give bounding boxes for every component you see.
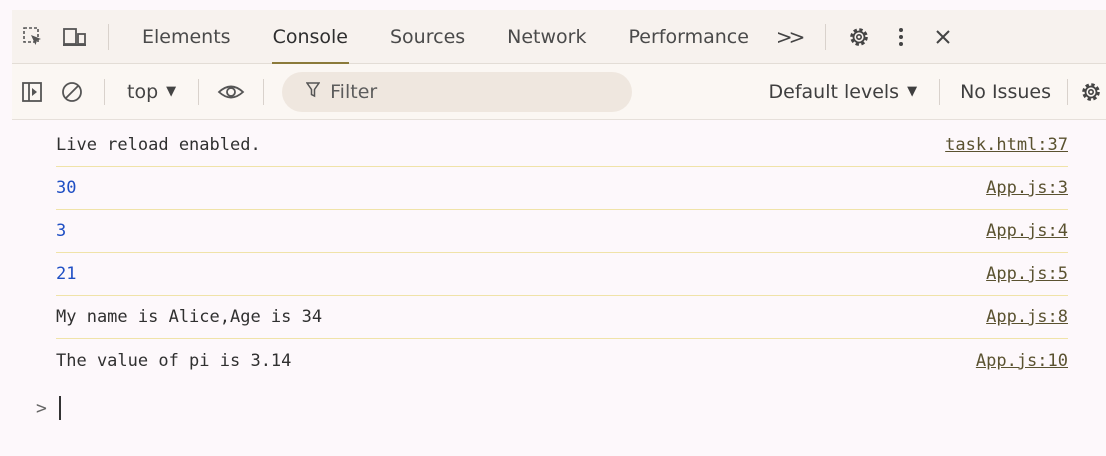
console-output: Live reload enabled. task.html:37 30 App… — [12, 120, 1106, 456]
tab-console[interactable]: Console — [252, 10, 369, 65]
console-toolbar: top ▼ Filter Default levels ▼ No Issues — [12, 64, 1106, 120]
message-text: The value of pi is 3.14 — [56, 350, 292, 371]
issues-button[interactable]: No Issues — [952, 81, 1059, 103]
message-text: Live reload enabled. — [56, 135, 261, 155]
tab-performance[interactable]: Performance — [608, 10, 770, 64]
filter-placeholder: Filter — [330, 80, 378, 103]
levels-label: Default levels — [768, 80, 900, 103]
source-link[interactable]: App.js:5 — [986, 264, 1068, 284]
source-link[interactable]: App.js:4 — [986, 221, 1068, 241]
source-link[interactable]: App.js:8 — [986, 307, 1068, 327]
console-message: The value of pi is 3.14 App.js:10 — [56, 339, 1068, 382]
chevron-down-icon: ▼ — [166, 84, 177, 99]
console-settings-icon[interactable] — [1076, 64, 1106, 120]
chevron-down-icon: ▼ — [907, 84, 918, 99]
message-text: 21 — [56, 264, 77, 284]
close-icon[interactable] — [922, 10, 964, 64]
toolbar-separator — [1067, 78, 1068, 105]
clear-console-icon[interactable] — [52, 64, 92, 120]
tab-separator — [825, 23, 827, 50]
settings-icon[interactable] — [838, 10, 880, 64]
toolbar-separator — [104, 78, 105, 105]
toolbar-separator — [263, 78, 265, 105]
context-selector[interactable]: top ▼ — [117, 81, 186, 103]
device-toolbar-icon[interactable] — [54, 10, 96, 64]
source-link[interactable]: App.js:3 — [986, 178, 1068, 198]
inspect-element-icon[interactable] — [12, 10, 54, 64]
tab-separator — [108, 23, 109, 50]
prompt-chevron-icon: > — [36, 397, 47, 419]
message-text: 30 — [56, 178, 77, 198]
default-levels-dropdown[interactable]: Default levels ▼ — [759, 81, 928, 103]
toolbar-separator — [939, 78, 941, 105]
console-message: 21 App.js:5 — [56, 253, 1068, 296]
filter-input[interactable]: Filter — [282, 71, 633, 112]
more-vert-icon[interactable] — [880, 10, 922, 64]
tab-elements[interactable]: Elements — [121, 10, 252, 64]
console-message: My name is Alice,Age is 34 App.js:8 — [56, 296, 1068, 339]
text-caret — [58, 396, 61, 420]
sidebar-toggle-icon[interactable] — [12, 64, 52, 120]
filter-icon — [305, 81, 321, 103]
console-message: 30 App.js:3 — [56, 167, 1068, 210]
context-label: top — [127, 80, 159, 103]
message-text: My name is Alice,Age is 34 — [56, 307, 323, 327]
tab-sources[interactable]: Sources — [369, 10, 486, 64]
toolbar-separator — [198, 78, 200, 105]
eye-icon[interactable] — [211, 64, 251, 120]
devtools-tab-bar: Elements Console Sources Network Perform… — [12, 10, 1106, 65]
console-prompt[interactable]: > — [36, 388, 61, 428]
source-link[interactable]: App.js:10 — [976, 351, 1068, 371]
message-text: 3 — [56, 221, 67, 241]
console-message: 3 App.js:4 — [56, 210, 1068, 253]
tab-network[interactable]: Network — [486, 10, 607, 64]
console-message: Live reload enabled. task.html:37 — [56, 124, 1068, 167]
source-link[interactable]: task.html:37 — [945, 135, 1068, 155]
more-tabs-button[interactable]: >> — [770, 25, 814, 49]
